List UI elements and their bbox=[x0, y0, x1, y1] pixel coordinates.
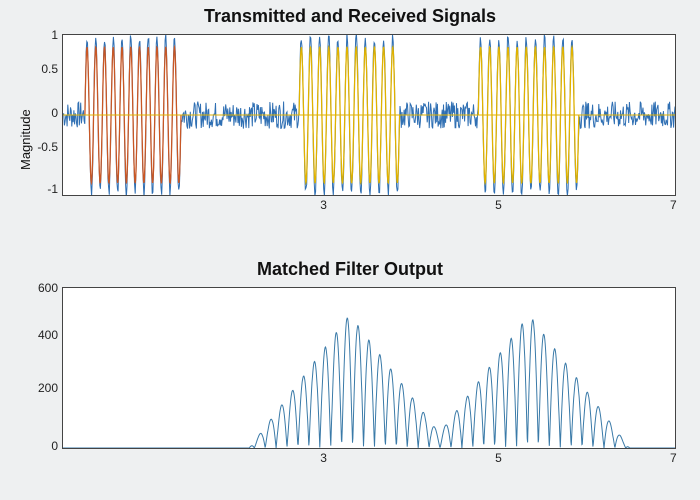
ytick: 600 bbox=[24, 281, 58, 295]
xtick: 3 bbox=[320, 198, 327, 212]
ytick: -1 bbox=[28, 182, 58, 196]
ytick: 0 bbox=[28, 106, 58, 120]
ytick: 1 bbox=[28, 28, 58, 42]
bottom-plot-svg bbox=[63, 288, 675, 448]
top-title: Transmitted and Received Signals bbox=[0, 6, 700, 27]
ytick: 0.5 bbox=[28, 62, 58, 76]
xtick: 5 bbox=[495, 451, 502, 465]
matlab-figure: Transmitted and Received Signals Magnitu… bbox=[0, 0, 700, 500]
top-panel: Transmitted and Received Signals Magnitu… bbox=[0, 0, 700, 250]
top-axes bbox=[62, 34, 676, 196]
top-plot-svg bbox=[63, 35, 675, 195]
xtick: 5 bbox=[495, 198, 502, 212]
ytick: 400 bbox=[24, 328, 58, 342]
bottom-title: Matched Filter Output bbox=[0, 259, 700, 280]
bottom-panel: Matched Filter Output 600 400 200 0 3 5 … bbox=[0, 255, 700, 495]
xtick: 7 bbox=[670, 198, 677, 212]
bottom-axes bbox=[62, 287, 676, 449]
ytick: 200 bbox=[24, 381, 58, 395]
xtick: 7 bbox=[670, 451, 677, 465]
xtick: 3 bbox=[320, 451, 327, 465]
ytick: -0.5 bbox=[28, 140, 58, 154]
ytick: 0 bbox=[24, 439, 58, 453]
